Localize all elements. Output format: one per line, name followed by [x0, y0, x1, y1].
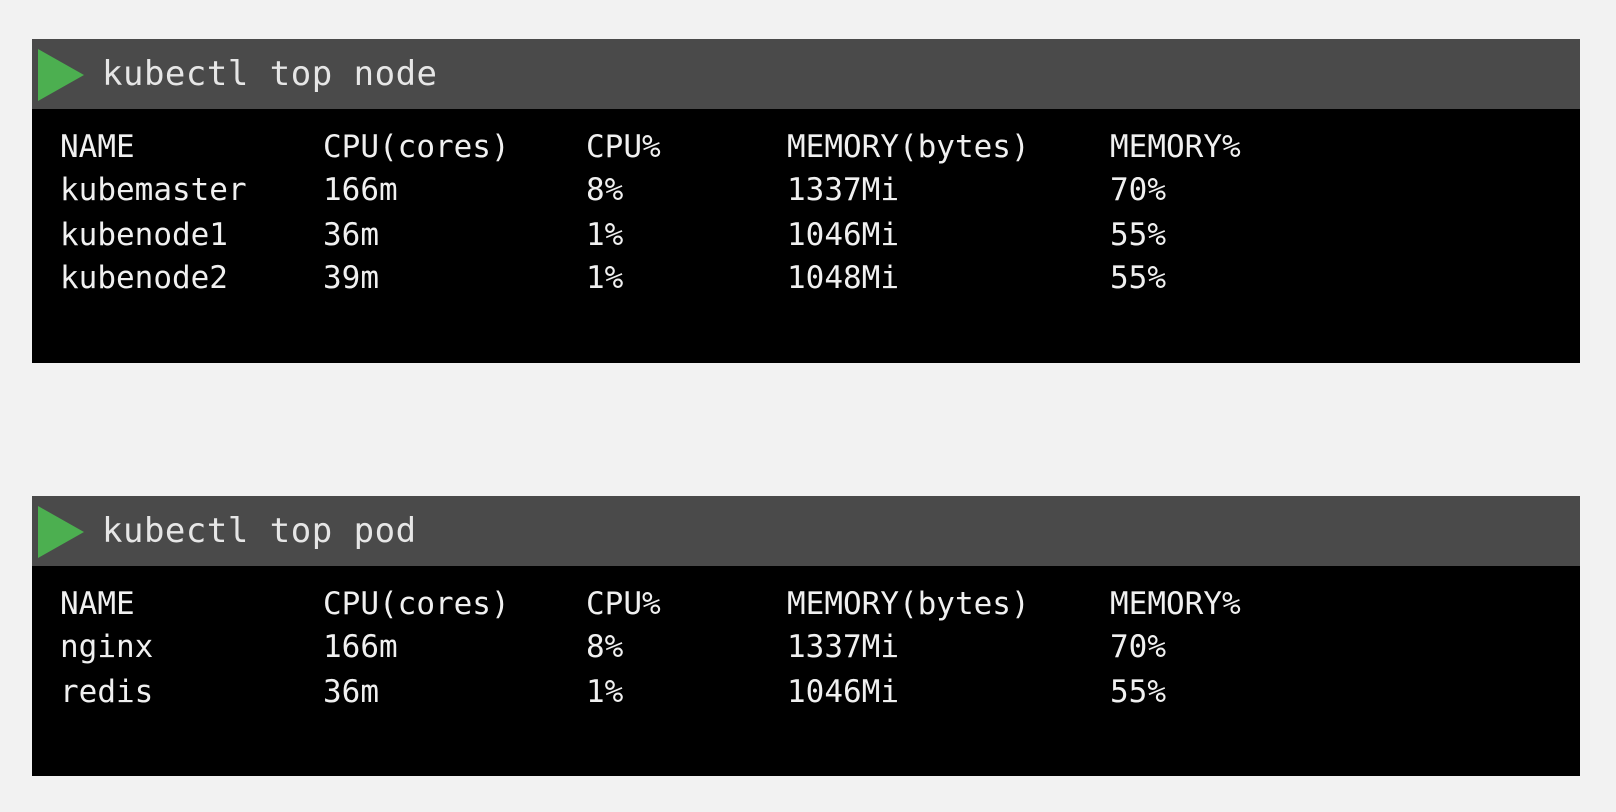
cpu-percent-cell: 1%	[586, 217, 624, 253]
node-name-cell: kubenode1	[60, 217, 228, 253]
column-header-cpu-cores: CPU(cores)	[323, 129, 510, 165]
table-row: nginx 166m 8% 1337Mi 70%	[32, 629, 1580, 673]
table-row: kubenode2 39m 1% 1048Mi 55%	[32, 260, 1580, 304]
memory-bytes-cell: 1048Mi	[787, 260, 899, 296]
column-header-cpu-percent: CPU%	[586, 586, 661, 622]
cpu-percent-cell: 1%	[586, 260, 624, 296]
command-bar: kubectl top node	[32, 39, 1580, 109]
memory-percent-cell: 70%	[1110, 629, 1166, 665]
node-terminal-panel: kubectl top node NAME CPU(cores) CPU% ME…	[32, 39, 1580, 363]
memory-percent-cell: 55%	[1110, 260, 1166, 296]
table-row: redis 36m 1% 1046Mi 55%	[32, 674, 1580, 718]
memory-percent-cell: 70%	[1110, 172, 1166, 208]
pod-name-cell: nginx	[60, 629, 154, 665]
cpu-cores-cell: 166m	[323, 172, 398, 208]
command-text: kubectl top pod	[102, 511, 417, 551]
cpu-percent-cell: 1%	[586, 674, 624, 710]
table-row: kubemaster 166m 8% 1337Mi 70%	[32, 172, 1580, 216]
column-header-cpu-cores: CPU(cores)	[323, 586, 510, 622]
column-header-name: NAME	[60, 586, 135, 622]
table-row: kubenode1 36m 1% 1046Mi 55%	[32, 217, 1580, 261]
play-icon[interactable]	[38, 506, 84, 558]
command-output: NAME CPU(cores) CPU% MEMORY(bytes) MEMOR…	[32, 109, 1580, 363]
node-name-cell: kubemaster	[60, 172, 247, 208]
column-header-memory-percent: MEMORY%	[1110, 129, 1241, 165]
cpu-cores-cell: 36m	[323, 674, 379, 710]
command-bar: kubectl top pod	[32, 496, 1580, 566]
node-name-cell: kubenode2	[60, 260, 228, 296]
memory-percent-cell: 55%	[1110, 674, 1166, 710]
table-header: NAME CPU(cores) CPU% MEMORY(bytes) MEMOR…	[32, 129, 1580, 173]
column-header-memory-bytes: MEMORY(bytes)	[787, 129, 1030, 165]
table-header: NAME CPU(cores) CPU% MEMORY(bytes) MEMOR…	[32, 586, 1580, 630]
pod-name-cell: redis	[60, 674, 154, 710]
memory-bytes-cell: 1046Mi	[787, 674, 899, 710]
memory-percent-cell: 55%	[1110, 217, 1166, 253]
cpu-percent-cell: 8%	[586, 629, 624, 665]
play-icon[interactable]	[38, 49, 84, 101]
pod-terminal-panel: kubectl top pod NAME CPU(cores) CPU% MEM…	[32, 496, 1580, 776]
memory-bytes-cell: 1337Mi	[787, 172, 899, 208]
command-text: kubectl top node	[102, 54, 438, 94]
cpu-cores-cell: 39m	[323, 260, 379, 296]
column-header-memory-percent: MEMORY%	[1110, 586, 1241, 622]
memory-bytes-cell: 1046Mi	[787, 217, 899, 253]
command-output: NAME CPU(cores) CPU% MEMORY(bytes) MEMOR…	[32, 566, 1580, 776]
column-header-memory-bytes: MEMORY(bytes)	[787, 586, 1030, 622]
cpu-cores-cell: 36m	[323, 217, 379, 253]
memory-bytes-cell: 1337Mi	[787, 629, 899, 665]
column-header-name: NAME	[60, 129, 135, 165]
cpu-percent-cell: 8%	[586, 172, 624, 208]
cpu-cores-cell: 166m	[323, 629, 398, 665]
column-header-cpu-percent: CPU%	[586, 129, 661, 165]
